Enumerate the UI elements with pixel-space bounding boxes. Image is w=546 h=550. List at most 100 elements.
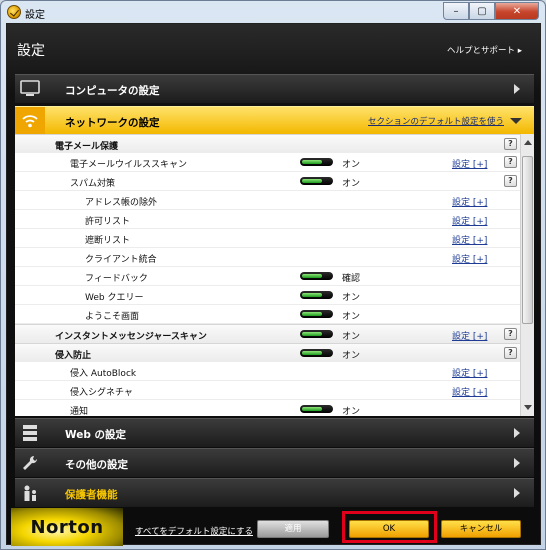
settings-row: アドレス帳の除外 設定 [+] — [15, 191, 520, 210]
app-area: 設定 ヘルプとサポート ▸ コンピュータの設定 ネットワークの設定 セクションの… — [6, 23, 541, 546]
toggle-switch[interactable] — [300, 291, 333, 299]
settings-group-row: 侵入防止 オン? — [15, 343, 520, 362]
toggle-state: オン — [342, 332, 361, 342]
help-icon[interactable]: ? — [504, 347, 517, 359]
norton-logo: Norton — [11, 508, 123, 546]
category-parental-label: 保護者機能 — [65, 489, 118, 501]
help-icon[interactable]: ? — [504, 138, 517, 150]
chevron-right-icon — [514, 488, 520, 498]
network-settings-panel: 電子メール保護? 電子メールウイルススキャン オン 設定 [+]? スパム対策 オン? アド… — [15, 134, 534, 416]
configure-link[interactable]: 設定 [+] — [452, 214, 487, 227]
help-icon[interactable]: ? — [504, 175, 517, 187]
toggle-switch[interactable] — [300, 310, 333, 318]
server-icon — [15, 419, 45, 447]
settings-row: 許可リスト 設定 [+] — [15, 210, 520, 229]
chevron-right-icon — [514, 428, 520, 438]
category-web[interactable]: Web の設定 — [15, 418, 534, 447]
help-support-link[interactable]: ヘルプとサポート ▸ — [447, 44, 522, 56]
setting-label: フィードバック — [85, 274, 148, 284]
toggle-switch[interactable] — [300, 330, 333, 338]
scroll-up-icon[interactable] — [524, 140, 532, 145]
category-computer-label: コンピュータの設定 — [65, 85, 160, 97]
configure-link[interactable]: 設定 [+] — [452, 385, 487, 398]
category-network[interactable]: ネットワークの設定 セクションのデフォルト設定を使う — [15, 106, 534, 135]
setting-label: 通知 — [70, 407, 89, 416]
settings-row: 侵入 AutoBlock 設定 [+] — [15, 362, 520, 381]
reset-defaults-link[interactable]: すべてをデフォルト設定にする — [135, 525, 253, 537]
maximize-button[interactable]: ▢ — [469, 2, 495, 20]
scrollbar-thumb[interactable] — [522, 156, 533, 324]
settings-row: Web クエリー オン — [15, 286, 520, 305]
setting-label: 電子メール保護 — [55, 142, 119, 152]
configure-link[interactable]: 設定 [+] — [452, 157, 487, 170]
vertical-scrollbar[interactable] — [520, 134, 534, 416]
setting-label: ようこそ画面 — [85, 312, 140, 322]
ok-button[interactable]: OK — [349, 520, 429, 538]
toggle-state: オン — [342, 351, 361, 361]
settings-row: フィードバック 確認 — [15, 267, 520, 286]
window-controls: – ▢ ✕ — [443, 2, 539, 20]
category-parental[interactable]: 保護者機能 — [15, 478, 534, 507]
setting-label: Web クエリー — [85, 293, 144, 303]
help-icon[interactable]: ? — [504, 328, 517, 340]
toggle-state: オン — [342, 160, 361, 170]
apply-button[interactable]: 適用 — [257, 520, 329, 538]
category-web-label: Web の設定 — [65, 429, 127, 441]
settings-window: 設定 – ▢ ✕ 設定 ヘルプとサポート ▸ コンピュータの設定 ネットワークの… — [0, 0, 546, 550]
scroll-down-icon[interactable] — [524, 405, 532, 410]
setting-label: 侵入シグネチャ — [70, 388, 133, 398]
setting-label: 侵入防止 — [55, 351, 92, 361]
window-title: 設定 — [25, 10, 45, 21]
setting-label: クライアント統合 — [85, 255, 157, 265]
family-icon — [15, 479, 45, 507]
configure-link[interactable]: 設定 [+] — [452, 329, 487, 342]
setting-label: 電子メールウイルススキャン — [70, 160, 188, 170]
toggle-state: オン — [342, 179, 361, 189]
configure-link[interactable]: 設定 [+] — [452, 233, 487, 246]
minimize-button[interactable]: – — [443, 2, 469, 20]
norton-app-icon — [7, 5, 21, 19]
page-title: 設定 — [17, 43, 45, 59]
norton-logo-text: Norton — [30, 516, 104, 538]
settings-row: 電子メールウイルススキャン オン 設定 [+]? — [15, 153, 520, 172]
setting-label: 侵入 AutoBlock — [70, 369, 137, 379]
title-bar: 設定 – ▢ ✕ — [1, 1, 545, 23]
category-network-label: ネットワークの設定 — [65, 117, 160, 129]
toggle-state: オン — [342, 407, 361, 416]
settings-group-row: 電子メール保護? — [15, 134, 520, 153]
toggle-state: オン — [342, 293, 361, 303]
settings-row: クライアント統合 設定 [+] — [15, 248, 520, 267]
section-default-link[interactable]: セクションのデフォルト設定を使う — [368, 115, 504, 127]
settings-row: ようこそ画面 オン — [15, 305, 520, 324]
configure-link[interactable]: 設定 [+] — [452, 195, 487, 208]
setting-label: アドレス帳の除外 — [85, 198, 158, 208]
monitor-icon — [15, 75, 45, 103]
configure-link[interactable]: 設定 [+] — [452, 366, 487, 379]
chevron-right-icon — [514, 458, 520, 468]
settings-row: 通知 オン — [15, 400, 520, 416]
category-computer[interactable]: コンピュータの設定 — [15, 74, 534, 103]
category-other-label: その他の設定 — [65, 459, 128, 471]
settings-group-row: インスタントメッセンジャースキャン オン 設定 [+]? — [15, 324, 520, 343]
cancel-button[interactable]: キャンセル — [441, 520, 521, 538]
settings-row: 侵入シグネチャ 設定 [+] — [15, 381, 520, 400]
toggle-switch[interactable] — [300, 177, 333, 185]
toggle-state: 確認 — [342, 274, 361, 284]
wrench-icon — [15, 449, 45, 477]
setting-label: 許可リスト — [85, 217, 131, 227]
category-other[interactable]: その他の設定 — [15, 448, 534, 477]
chevron-right-icon — [514, 84, 520, 94]
close-button[interactable]: ✕ — [495, 2, 539, 20]
toggle-switch[interactable] — [300, 158, 333, 166]
help-icon[interactable]: ? — [504, 156, 517, 168]
toggle-switch[interactable] — [300, 272, 333, 280]
wifi-icon — [15, 107, 45, 135]
toggle-switch[interactable] — [300, 349, 333, 357]
settings-row: スパム対策 オン? — [15, 172, 520, 191]
settings-row: 遮断リスト 設定 [+] — [15, 229, 520, 248]
setting-label: インスタントメッセンジャースキャン — [55, 332, 207, 342]
toggle-switch[interactable] — [300, 405, 333, 413]
chevron-down-icon[interactable] — [510, 118, 522, 124]
setting-label: 遮断リスト — [85, 236, 131, 246]
configure-link[interactable]: 設定 [+] — [452, 252, 487, 265]
